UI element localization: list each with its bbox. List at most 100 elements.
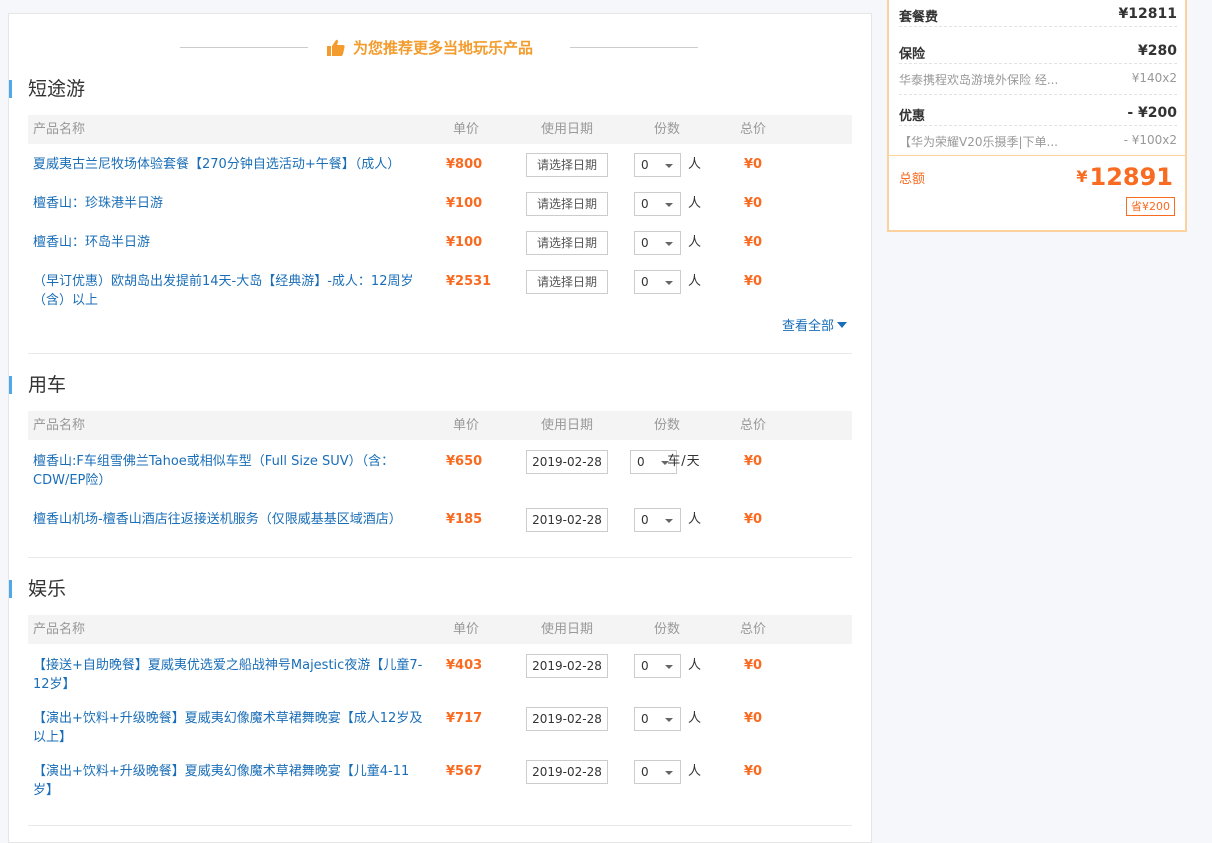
row-total: ¥0: [744, 512, 763, 527]
unit-price: ¥2531: [446, 274, 492, 289]
summary-divider: [889, 155, 1185, 156]
header-name: 产品名称: [33, 122, 86, 137]
chevron-down-icon: [665, 718, 673, 722]
quantity-value: 0: [641, 236, 649, 250]
dashed-divider: [899, 63, 1177, 64]
dashed-divider: [899, 26, 1177, 27]
row-total: ¥0: [744, 274, 763, 289]
savings-badge: 省¥200: [1126, 197, 1175, 216]
section-label: 用车: [28, 374, 67, 396]
header-total: 总价: [740, 418, 767, 433]
date-picker[interactable]: 请选择日期: [526, 153, 608, 177]
row-total: ¥0: [744, 157, 763, 172]
unit-price: ¥650: [446, 454, 483, 469]
insurance-label: 保险: [899, 47, 926, 62]
product-name-link[interactable]: 【接送+自助晚餐】夏威夷优选爱之船战神号Majestic夜游【儿童7-12岁】: [33, 656, 423, 694]
discount-label: 优惠: [899, 109, 926, 124]
header-total: 总价: [740, 622, 767, 637]
unit-price: ¥800: [446, 157, 483, 172]
product-name-link[interactable]: 【演出+饮料+升级晚餐】夏威夷幻像魔术草裙舞晚宴【儿童4-11岁】: [33, 762, 423, 800]
header-name: 产品名称: [33, 622, 86, 637]
recommend-panel: 为您推荐更多当地玩乐产品 短途游 产品名称 单价 使用日期 份数 总价 夏威夷古…: [8, 13, 872, 843]
quantity-select[interactable]: 0: [634, 508, 681, 532]
section-marker: [9, 80, 12, 98]
insurance-item-value: ¥140x2: [1131, 71, 1177, 85]
header-qty: 份数: [654, 418, 681, 433]
section-marker: [9, 376, 12, 394]
header-qty: 份数: [654, 122, 681, 137]
dashed-divider: [899, 125, 1177, 126]
total-amount: ¥12891: [1076, 163, 1173, 191]
chevron-down-icon: [665, 203, 673, 207]
discount-item-name: 【华为荣耀V20乐摄季|下单...: [899, 135, 1058, 149]
package-fee-label: 套餐费: [899, 10, 939, 25]
section-marker: [9, 580, 12, 598]
header-price: 单价: [453, 418, 480, 433]
section-divider: [28, 825, 852, 826]
quantity-value: 0: [641, 765, 649, 779]
unit-price: ¥100: [446, 196, 483, 211]
header-date: 使用日期: [541, 622, 594, 637]
header-price: 单价: [453, 122, 480, 137]
product-name-link[interactable]: （早订优惠）欧胡岛出发提前14天-大岛【经典游】-成人：12周岁（含）以上: [33, 272, 423, 310]
date-picker[interactable]: 请选择日期: [526, 270, 608, 294]
section-divider: [28, 353, 852, 354]
header-qty: 份数: [654, 622, 681, 637]
unit-label: 人: [688, 658, 702, 673]
product-name-link[interactable]: 【演出+饮料+升级晚餐】夏威夷幻像魔术草裙舞晚宴【成人12岁及以上】: [33, 709, 423, 747]
row-total: ¥0: [744, 658, 763, 673]
divider-right: [570, 47, 698, 48]
unit-price: ¥717: [446, 711, 483, 726]
header-date: 使用日期: [541, 122, 594, 137]
chevron-down-icon: [665, 164, 673, 168]
quantity-value: 0: [637, 455, 645, 469]
date-picker[interactable]: 请选择日期: [526, 192, 608, 216]
section-label: 短途游: [28, 78, 86, 100]
unit-label: 人: [688, 196, 702, 211]
quantity-select[interactable]: 0: [634, 760, 681, 784]
quantity-select[interactable]: 0: [634, 707, 681, 731]
section-label: 娱乐: [28, 578, 67, 600]
price-summary-panel: 套餐费 ¥12811 保险 ¥280 华泰携程欢岛游境外保险 经... ¥140…: [887, 0, 1187, 232]
header-date: 使用日期: [541, 418, 594, 433]
row-total: ¥0: [744, 196, 763, 211]
discount-item-value: - ¥100x2: [1123, 133, 1177, 147]
discount-value: - ¥200: [1127, 105, 1177, 121]
product-name-link[interactable]: 夏威夷古兰尼牧场体验套餐【270分钟自选活动+午餐】（成人）: [33, 155, 423, 174]
total-value: 12891: [1089, 163, 1174, 191]
row-total: ¥0: [744, 454, 763, 469]
quantity-select[interactable]: 0: [634, 654, 681, 678]
unit-label: 车/天: [667, 454, 701, 469]
package-fee-value: ¥12811: [1118, 6, 1177, 22]
product-name-link[interactable]: 檀香山:F车组雪佛兰Tahoe或相似车型（Full Size SUV）（含：CD…: [33, 452, 423, 490]
quantity-value: 0: [641, 158, 649, 172]
quantity-select[interactable]: 0: [634, 231, 681, 255]
product-name-link[interactable]: 檀香山：环岛半日游: [33, 233, 423, 252]
date-picker[interactable]: 2019-02-28: [526, 450, 608, 474]
quantity-value: 0: [641, 513, 649, 527]
quantity-select[interactable]: 0: [634, 270, 681, 294]
date-picker[interactable]: 2019-02-28: [526, 654, 608, 678]
unit-label: 人: [688, 235, 702, 250]
quantity-value: 0: [641, 659, 649, 673]
quantity-select[interactable]: 0: [634, 153, 681, 177]
product-name-link[interactable]: 檀香山：珍珠港半日游: [33, 194, 423, 213]
date-picker[interactable]: 请选择日期: [526, 231, 608, 255]
date-picker[interactable]: 2019-02-28: [526, 508, 608, 532]
product-name-link[interactable]: 檀香山机场-檀香山酒店往返接送机服务（仅限威基基区域酒店）: [33, 510, 423, 529]
dashed-divider: [899, 94, 1177, 95]
unit-price: ¥100: [446, 235, 483, 250]
divider-left: [180, 47, 308, 48]
quantity-select[interactable]: 0: [634, 192, 681, 216]
section-divider: [28, 557, 852, 558]
table-header: 产品名称 单价 使用日期 份数 总价: [28, 615, 852, 644]
unit-label: 人: [688, 512, 702, 527]
quantity-value: 0: [641, 275, 649, 289]
chevron-down-icon: [665, 281, 673, 285]
unit-label: 人: [688, 711, 702, 726]
view-all-link[interactable]: 查看全部: [782, 315, 847, 334]
date-picker[interactable]: 2019-02-28: [526, 760, 608, 784]
table-header: 产品名称 单价 使用日期 份数 总价: [28, 411, 852, 440]
date-picker[interactable]: 2019-02-28: [526, 707, 608, 731]
unit-price: ¥185: [446, 512, 483, 527]
